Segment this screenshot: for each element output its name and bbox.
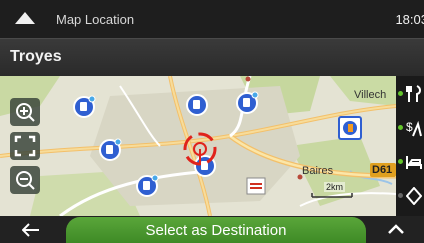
map-scale-label: 2km (324, 182, 346, 192)
inactive-indicator (398, 193, 403, 198)
location-name: Troyes (10, 48, 62, 65)
poi-toggle-more[interactable] (396, 180, 424, 212)
map-canvas[interactable] (0, 76, 396, 216)
fuel-poi-icon[interactable] (73, 95, 96, 118)
expand-up-icon (388, 224, 404, 234)
bottom-bar: Select as Destination (0, 216, 424, 243)
map-label-baires: Baires (302, 165, 334, 177)
poi-category-strip: $ (396, 76, 424, 216)
zoom-in-icon (16, 103, 35, 122)
poi-toggle-hotel[interactable] (396, 146, 424, 178)
fuel-poi-icon[interactable] (236, 91, 259, 114)
restaurant-icon (406, 85, 421, 102)
select-destination-button[interactable]: Select as Destination (66, 217, 366, 243)
active-indicator (398, 159, 403, 164)
svg-text:$: $ (406, 120, 413, 134)
direction-diamond-icon (406, 187, 422, 205)
location-name-bar: Troyes (0, 38, 424, 76)
poi-toggle-parking[interactable]: $ (396, 112, 424, 144)
zoom-out-button[interactable] (10, 166, 40, 194)
shop-poi-icon[interactable] (246, 177, 266, 195)
poi-toggle-restaurant[interactable] (396, 78, 424, 110)
collapse-icon[interactable] (14, 11, 36, 25)
map-view[interactable]: Villech Baires D61 2km (0, 76, 396, 216)
fuel-poi-icon[interactable] (99, 138, 122, 161)
fuel-poi-icon[interactable] (136, 174, 159, 197)
parking-money-icon: $ (406, 120, 422, 137)
fit-view-icon (14, 135, 36, 157)
active-indicator (398, 125, 403, 130)
fuel-poi-icon[interactable] (186, 94, 208, 116)
back-arrow-icon (22, 223, 39, 237)
clock: 18:03 (395, 12, 424, 27)
map-label-villech: Villech (354, 89, 387, 101)
hotel-icon (406, 156, 422, 169)
active-indicator (398, 91, 403, 96)
fit-view-button[interactable] (10, 132, 40, 160)
zoom-in-button[interactable] (10, 98, 40, 126)
shop-poi-icon[interactable] (338, 116, 362, 140)
screen-title: Map Location (56, 12, 135, 27)
status-bar: Map Location 18:03 (0, 0, 424, 38)
expand-button[interactable] (368, 216, 424, 243)
back-button[interactable] (0, 216, 60, 243)
map-road-label: D61 (372, 164, 393, 176)
zoom-out-icon (16, 171, 35, 190)
